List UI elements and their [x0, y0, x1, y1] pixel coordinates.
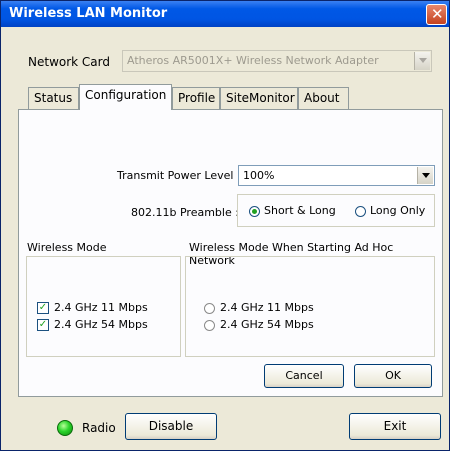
disable-button[interactable]: Disable	[125, 413, 217, 440]
preamble-long-only-radio[interactable]	[355, 206, 366, 217]
network-card-label: Network Card	[28, 55, 110, 69]
network-card-select[interactable]: Atheros AR5001X+ Wireless Network Adapte…	[122, 50, 432, 72]
ok-label: OK	[385, 369, 401, 382]
tab-sitemonitor[interactable]: SiteMonitor	[220, 87, 298, 109]
window-title: Wireless LAN Monitor	[9, 6, 168, 21]
wireless-mode-title: Wireless Mode	[27, 241, 107, 254]
mode-54mbps-checkbox[interactable]: ✓	[37, 319, 49, 331]
tab-about-label: About	[304, 91, 340, 105]
transmit-power-label: Transmit Power Level :	[117, 169, 241, 182]
exit-button[interactable]: Exit	[349, 413, 441, 440]
title-bar[interactable]: Wireless LAN Monitor ✕	[1, 1, 449, 27]
transmit-power-value: 100%	[243, 169, 275, 182]
tab-status[interactable]: Status	[28, 87, 79, 109]
close-button[interactable]: ✕	[426, 4, 447, 25]
tab-configuration-label: Configuration	[85, 88, 167, 102]
tab-profile-label: Profile	[178, 91, 216, 105]
tab-about[interactable]: About	[298, 87, 349, 109]
tab-sitemonitor-label: SiteMonitor	[226, 91, 295, 105]
tab-status-label: Status	[34, 91, 73, 105]
disable-label: Disable	[148, 419, 194, 433]
preamble-long-only-label[interactable]: Long Only	[370, 204, 425, 217]
ok-button[interactable]: OK	[354, 364, 432, 388]
close-icon: ✕	[431, 5, 444, 23]
chevron-down-icon	[417, 167, 433, 184]
preamble-short-long-radio[interactable]	[249, 206, 260, 217]
configuration-panel: Transmit Power Level : 100% 802.11b Prea…	[18, 109, 443, 397]
radio-status-led-icon	[57, 420, 73, 436]
tab-profile[interactable]: Profile	[172, 87, 220, 109]
adhoc-54mbps-label[interactable]: 2.4 GHz 54 Mbps	[220, 318, 314, 331]
cancel-button[interactable]: Cancel	[264, 364, 344, 388]
chevron-down-icon	[414, 52, 430, 70]
tab-configuration[interactable]: Configuration	[79, 84, 172, 110]
exit-label: Exit	[383, 419, 407, 433]
preamble-short-long-label[interactable]: Short & Long	[264, 204, 336, 217]
adhoc-11mbps-label[interactable]: 2.4 GHz 11 Mbps	[220, 301, 314, 314]
adhoc-mode-group: 2.4 GHz 11 Mbps 2.4 GHz 54 Mbps	[185, 256, 435, 357]
mode-54mbps-label[interactable]: 2.4 GHz 54 Mbps	[54, 318, 148, 331]
radio-label: Radio	[82, 421, 116, 435]
mode-11mbps-label[interactable]: 2.4 GHz 11 Mbps	[54, 301, 148, 314]
cancel-label: Cancel	[285, 369, 323, 382]
adhoc-54mbps-radio[interactable]	[204, 320, 215, 331]
main-window: Wireless LAN Monitor ✕ Network Card Athe…	[0, 0, 450, 451]
transmit-power-select[interactable]: 100%	[238, 165, 435, 186]
network-card-value: Atheros AR5001X+ Wireless Network Adapte…	[127, 54, 379, 67]
preamble-label: 802.11b Preamble :	[131, 206, 239, 219]
wireless-mode-group: ✓ 2.4 GHz 11 Mbps ✓ 2.4 GHz 54 Mbps	[26, 256, 181, 357]
adhoc-11mbps-radio[interactable]	[204, 303, 215, 314]
preamble-group: Short & Long Long Only	[237, 194, 435, 227]
mode-11mbps-checkbox[interactable]: ✓	[37, 302, 49, 314]
